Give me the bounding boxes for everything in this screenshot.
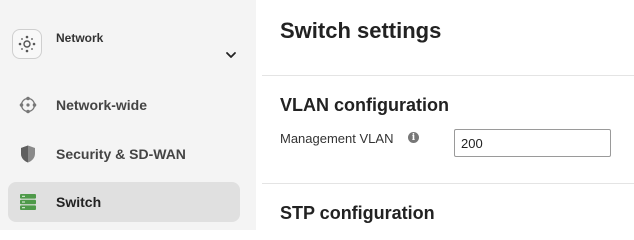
network-nodes-icon xyxy=(12,29,42,59)
sidebar: Network Network-wide Security & SD-WAN S… xyxy=(0,0,256,230)
network-label: Network xyxy=(56,31,104,45)
sidebar-item-label: Switch xyxy=(56,194,102,210)
info-icon[interactable]: i xyxy=(408,132,419,143)
sidebar-item-label: Security & SD-WAN xyxy=(56,146,186,162)
management-vlan-label: Management VLAN xyxy=(280,131,394,146)
section-title-stp: STP configuration xyxy=(280,203,435,223)
switch-icon xyxy=(18,192,38,212)
sidebar-item-label: Network-wide xyxy=(56,97,148,113)
management-vlan-input[interactable] xyxy=(454,129,611,157)
section-title-vlan: VLAN configuration xyxy=(280,95,449,115)
sidebar-item-security-sd-wan[interactable]: Security & SD-WAN xyxy=(8,134,240,174)
sidebar-item-network-wide[interactable]: Network-wide xyxy=(8,85,240,125)
sidebar-item-switch[interactable]: Switch xyxy=(8,182,240,222)
shield-icon xyxy=(18,144,38,164)
network-wide-icon xyxy=(18,95,38,115)
divider xyxy=(262,183,634,184)
network-selector[interactable]: Network xyxy=(10,27,246,71)
main-content: Switch settings VLAN configuration Manag… xyxy=(256,0,634,230)
divider xyxy=(262,75,634,76)
page-title: Switch settings xyxy=(280,18,442,43)
chevron-down-icon[interactable] xyxy=(225,49,237,61)
